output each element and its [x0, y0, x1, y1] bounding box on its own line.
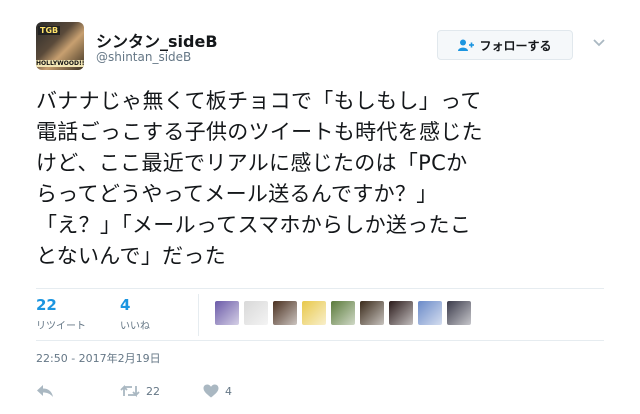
heart-icon: [203, 384, 219, 398]
liker-avatar[interactable]: [331, 301, 355, 325]
retweet-count-stat[interactable]: 22: [36, 296, 57, 314]
author-handle[interactable]: @shintan_sideB: [96, 50, 191, 64]
reply-button[interactable]: [36, 384, 60, 398]
like-button[interactable]: 4: [203, 384, 232, 398]
author-avatar[interactable]: TGB HOLLYWOOD!!: [36, 22, 84, 70]
liker-avatar[interactable]: [360, 301, 384, 325]
liker-avatar[interactable]: [215, 301, 239, 325]
liker-avatar[interactable]: [273, 301, 297, 325]
tweet-text-line: けど、ここ最近でリアルに感じたのは「PCか: [36, 151, 468, 175]
like-action-count: 4: [225, 384, 232, 398]
tweet-timestamp[interactable]: 22:50 - 2017年2月19日: [36, 350, 161, 366]
tweet-text-line: とないんで」だった: [36, 244, 227, 268]
tweet-text-line: バナナじゃ無くて板チョコで「もしもし」って: [36, 89, 482, 113]
liker-avatar[interactable]: [302, 301, 326, 325]
stats-separator: [198, 294, 199, 336]
tweet-text-line: らってどうやってメール送るんですか？」: [36, 182, 438, 206]
stats-divider-bottom: [36, 340, 604, 341]
retweet-stat-label[interactable]: リツイート: [36, 317, 86, 332]
follow-user-icon: [458, 39, 475, 51]
reply-icon: [37, 385, 53, 397]
tweet-text-line: 「え？」「メールってスマホからしか送ったこ: [36, 213, 472, 237]
follow-button[interactable]: フォローする: [437, 30, 573, 60]
liker-avatar[interactable]: [244, 301, 268, 325]
retweet-icon: [120, 384, 140, 398]
retweet-action-count: 22: [146, 384, 160, 398]
tweet-text-line: 電話ごっこする子供のツイートも時代を感じた: [36, 120, 483, 144]
liker-avatars: [215, 301, 476, 325]
retweet-button[interactable]: 22: [120, 384, 160, 398]
tweet-text: バナナじゃ無くて板チョコで「もしもし」って 電話ごっこする子供のツイートも時代を…: [36, 86, 616, 272]
author-display-name[interactable]: シンタン_sideB: [96, 28, 218, 52]
stats-divider-top: [36, 288, 604, 289]
avatar-text-bottom: HOLLYWOOD!!: [36, 60, 84, 67]
like-stat-label[interactable]: いいね: [120, 317, 150, 332]
like-count-stat[interactable]: 4: [120, 296, 130, 314]
liker-avatar[interactable]: [418, 301, 442, 325]
chevron-down-icon[interactable]: [592, 38, 606, 48]
avatar-text-top: TGB: [38, 26, 61, 35]
liker-avatar[interactable]: [447, 301, 471, 325]
follow-button-label: フォローする: [479, 38, 552, 53]
liker-avatar[interactable]: [389, 301, 413, 325]
